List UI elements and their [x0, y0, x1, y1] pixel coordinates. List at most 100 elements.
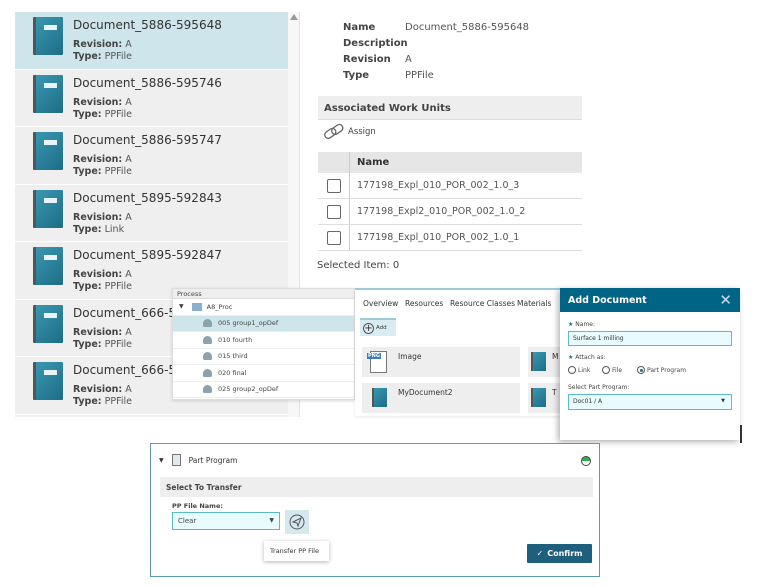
document-details: Name Document_5886-595648 Description Re…: [303, 12, 582, 292]
document-icon: [33, 304, 63, 343]
add-label: Add: [376, 325, 387, 331]
card-label: Image: [398, 352, 422, 361]
document-type: Type: PPFile: [73, 396, 132, 407]
tree-node[interactable]: 015 third: [173, 349, 354, 365]
operation-icon: [203, 368, 212, 377]
part-program-select[interactable]: Doc01 / A ▼: [568, 394, 732, 410]
tree-node[interactable]: 005 group1_opDef: [173, 315, 354, 332]
panel-header[interactable]: ▼ Part Program: [159, 454, 237, 466]
table-row[interactable]: 177198_Expl_010_POR_002_1.0_3: [318, 173, 582, 199]
part-program-panel: ▼ Part Program Select To Transfer PP Fil…: [150, 443, 600, 577]
dialog-header: Add Document ✕: [560, 288, 740, 312]
revision-value: A: [405, 54, 412, 65]
row-checkbox[interactable]: [318, 199, 350, 224]
document-list-item[interactable]: Document_5886-595648 Revision: A Type: P…: [15, 12, 288, 70]
collapse-icon[interactable]: ▼: [159, 457, 164, 464]
document-list-item[interactable]: Document_5895-592843 Revision: A Type: L…: [15, 185, 288, 242]
confirm-button[interactable]: ✓ Confirm: [527, 544, 592, 563]
process-icon: [191, 302, 202, 311]
document-revision: Revision: A: [73, 211, 132, 223]
assign-label: Assign: [348, 127, 376, 137]
close-icon[interactable]: ✕: [719, 291, 732, 309]
node-label: 020 final: [218, 368, 247, 377]
document-revision: Revision: A: [73, 384, 132, 395]
node-label: 010 fourth: [218, 335, 253, 344]
document-revision: Revision: A: [73, 269, 132, 280]
part-program-icon: [171, 454, 181, 466]
document-type: Type: PPFile: [73, 51, 132, 62]
associated-work-units-header: Associated Work Units: [318, 96, 582, 120]
tooltip: Transfer PP File: [264, 541, 329, 561]
table-header: Name: [318, 152, 582, 173]
document-type: Type: PPFile: [73, 338, 132, 350]
tree-node[interactable]: 010 fourth: [173, 332, 354, 349]
document-icon: [531, 388, 546, 407]
scroll-up-icon[interactable]: [290, 14, 298, 20]
operation-icon: [203, 319, 212, 328]
document-list-item[interactable]: Document_5886-595747 Revision: A Type: P…: [15, 127, 288, 185]
document-icon: [531, 352, 546, 371]
radio-link[interactable]: Link: [568, 366, 590, 374]
document-name: Document_5895-592847: [73, 248, 222, 262]
table-row[interactable]: 177198_Expl2_010_POR_002_1.0_2: [318, 199, 582, 225]
attach-as-label: ★ Attach as:: [568, 354, 606, 361]
document-icon: [33, 247, 63, 285]
document-card-image[interactable]: PNG Image: [362, 347, 520, 377]
work-units-table: Name 177198_Expl_010_POR_002_1.0_3 177198…: [318, 152, 582, 251]
table-row[interactable]: 177198_Expl_010_POR_002_1.0_1: [318, 225, 582, 251]
send-icon: [289, 514, 305, 530]
document-icon: [33, 362, 63, 400]
operation-icon: [203, 385, 212, 394]
tab-resources[interactable]: Resources: [405, 299, 443, 308]
tree-node[interactable]: 020 final: [173, 365, 354, 382]
node-label: 025 group2_opDef: [218, 385, 279, 394]
png-file-icon: PNG: [367, 351, 387, 373]
status-indicator-icon: [581, 456, 591, 466]
node-label: 005 group1_opDef: [218, 319, 279, 328]
card-label: MyDocument2: [398, 388, 453, 397]
section-header: Select To Transfer: [160, 477, 593, 497]
node-label: 015 third: [218, 352, 248, 361]
dialog-title: Add Document: [568, 295, 647, 306]
document-type: Type: Link: [73, 223, 125, 235]
tree-node[interactable]: 025 group2_opDef: [173, 382, 354, 398]
description-label: Description: [343, 38, 408, 49]
tree-root[interactable]: ▼ A8_Proc: [173, 299, 354, 316]
document-list-item[interactable]: Document_5886-595746 Revision: A Type: P…: [15, 70, 288, 127]
document-revision: Revision: A: [73, 326, 132, 338]
link-icon: [324, 123, 344, 139]
transfer-pp-file-button[interactable]: [285, 510, 309, 534]
expand-icon[interactable]: ▼: [179, 303, 184, 310]
assign-button[interactable]: Assign: [318, 123, 376, 141]
name-label: Name: [343, 22, 376, 33]
document-type: Type: PPFile: [73, 166, 132, 177]
column-name[interactable]: Name: [350, 152, 396, 173]
document-card-mydocument2[interactable]: MyDocument2: [362, 383, 520, 413]
radio-part-program[interactable]: Part Program: [637, 366, 686, 374]
selected-count: Selected Item: 0: [317, 260, 400, 271]
add-button[interactable]: + Add: [360, 318, 396, 336]
operation-panel: Overview Resources Resource Classes Mate…: [355, 288, 560, 416]
tab-overview[interactable]: Overview: [363, 299, 398, 308]
root-label: A8_Proc: [206, 302, 233, 311]
tab-materials[interactable]: Materials: [517, 299, 551, 308]
tab-resource-classes[interactable]: Resource Classes: [450, 299, 515, 308]
document-name: Document_5895-592843: [73, 190, 222, 205]
row-checkbox[interactable]: [318, 225, 350, 250]
document-icon: [33, 74, 63, 113]
document-type: Type: PPFile: [73, 108, 132, 120]
revision-label: Revision: [343, 54, 391, 65]
radio-file[interactable]: File: [602, 366, 622, 374]
pp-file-select[interactable]: Clear ▼: [172, 512, 280, 530]
document-card[interactable]: T: [528, 383, 560, 413]
name-value: Document_5886-595648: [405, 22, 530, 33]
select-column: [318, 152, 350, 173]
document-name: Document_5886-595746: [73, 75, 222, 90]
document-card[interactable]: M: [528, 347, 560, 377]
operation-icon: [203, 352, 212, 361]
operation-icon: [203, 335, 212, 344]
divider: [740, 425, 742, 443]
confirm-label: Confirm: [547, 549, 583, 558]
row-checkbox[interactable]: [318, 173, 350, 198]
name-input[interactable]: Surface 1 milling: [568, 331, 732, 346]
